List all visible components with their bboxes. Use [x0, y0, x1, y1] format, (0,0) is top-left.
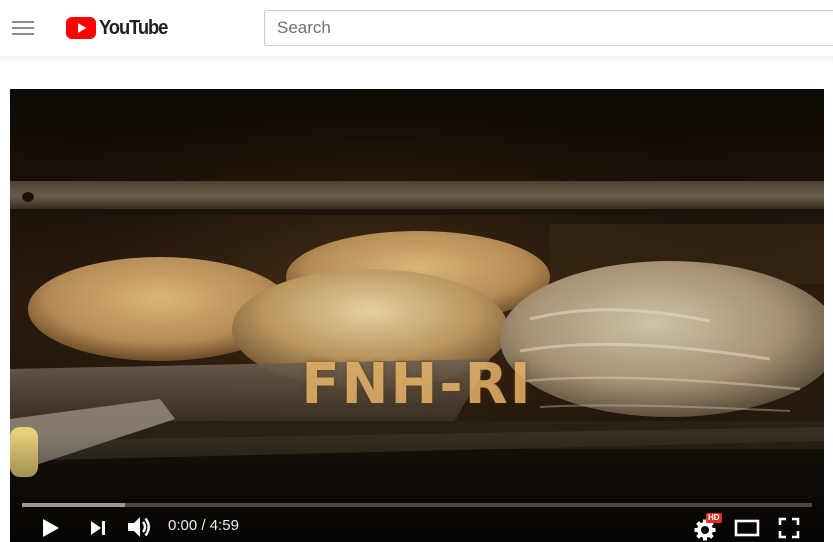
top-bar-shadow	[0, 56, 833, 64]
settings-button[interactable]: HD	[694, 513, 722, 541]
logo-text: YouTube	[99, 16, 168, 39]
hd-badge: HD	[706, 513, 722, 523]
youtube-logo-icon	[66, 17, 96, 39]
hamburger-menu-icon[interactable]	[12, 17, 36, 39]
volume-icon[interactable]	[126, 515, 154, 539]
progress-bar[interactable]	[22, 503, 812, 507]
fullscreen-icon[interactable]	[778, 517, 800, 539]
progress-loaded	[22, 503, 125, 507]
video-title-overlay: FNH-RI	[301, 352, 533, 417]
time-duration: 4:59	[209, 517, 239, 534]
video-player[interactable]: FNH-RI 0:00 / 4:59 HD	[10, 89, 824, 542]
search-input[interactable]	[264, 10, 833, 46]
theater-mode-icon[interactable]	[734, 519, 760, 537]
time-display: 0:00 / 4:59	[168, 517, 239, 534]
play-icon[interactable]	[40, 517, 62, 539]
next-icon[interactable]	[88, 518, 108, 538]
time-current: 0:00	[168, 517, 198, 534]
youtube-logo[interactable]: YouTube	[66, 16, 173, 40]
top-bar: YouTube	[0, 0, 833, 56]
time-separator: /	[197, 517, 210, 534]
